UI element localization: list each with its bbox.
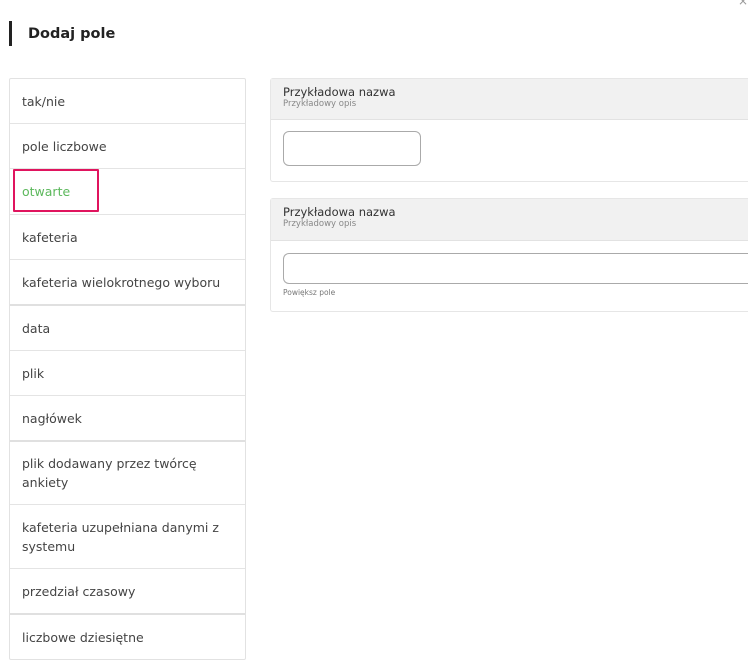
long-text-input[interactable] [283,253,748,284]
preview-long-field: Przykładowa nazwa Przykładowy opis Powię… [270,198,748,312]
field-header: Przykładowa nazwa Przykładowy opis [271,199,748,241]
sidebar-item-label: przedział czasowy [22,583,136,599]
field-title: Przykładowa nazwa [283,85,396,99]
sidebar-item-label: otwarte [22,184,71,199]
enlarge-field-link[interactable]: Powiększ pole [283,288,335,297]
sidebar-item-label: pole liczbowe [22,138,107,154]
sidebar-item-plik[interactable]: plik [10,351,245,396]
sidebar-item-kafeteria-wielokrotnego-wyboru[interactable]: kafeteria wielokrotnego wyboru [10,260,245,306]
field-type-list: tak/nie pole liczbowe otwarte kafeteria … [9,78,246,660]
sidebar-item-przedzial-czasowy[interactable]: przedział czasowy [10,569,245,615]
sidebar-item-label: plik [22,365,45,381]
sidebar-item-label: kafeteria wielokrotnego wyboru [22,274,221,290]
sidebar-item-label: plik dodawany przez twórcę ankiety [22,456,197,490]
sidebar-item-label: tak/nie [22,93,66,109]
field-header: Przykładowa nazwa Przykładowy opis [271,79,748,120]
page-title: Dodaj pole [28,25,116,42]
sidebar-item-label: kafeteria [22,229,78,245]
field-title: Przykładowa nazwa [283,205,396,219]
close-icon[interactable]: × [738,0,748,8]
preview-short-field: Przykładowa nazwa Przykładowy opis [270,78,748,182]
sidebar-item-plik-dodawany[interactable]: plik dodawany przez twórcę ankiety [10,442,245,505]
sidebar-item-label: nagłówek [22,410,82,426]
dialog-header: Dodaj pole [9,21,115,46]
sidebar-item-tak-nie[interactable]: tak/nie [10,79,245,124]
sidebar-item-data[interactable]: data [10,306,245,351]
short-text-input[interactable] [283,131,421,166]
sidebar-item-kafeteria[interactable]: kafeteria [10,215,245,260]
sidebar-item-liczbowe-dziesietne[interactable]: liczbowe dziesiętne [10,615,245,659]
sidebar-item-label: data [22,320,51,336]
sidebar-item-kafeteria-uzupelniana[interactable]: kafeteria uzupełniana danymi z systemu [10,505,245,569]
sidebar-item-label: liczbowe dziesiętne [22,629,144,645]
sidebar-item-otwarte[interactable]: otwarte [10,169,245,215]
field-description: Przykładowy opis [283,219,357,229]
sidebar-item-pole-liczbowe[interactable]: pole liczbowe [10,124,245,169]
sidebar-item-label: kafeteria uzupełniana danymi z systemu [22,519,219,554]
sidebar-item-naglowek[interactable]: nagłówek [10,396,245,442]
add-field-dialog: × Dodaj pole tak/nie pole liczbowe otwar… [0,0,748,670]
field-description: Przykładowy opis [283,99,357,109]
